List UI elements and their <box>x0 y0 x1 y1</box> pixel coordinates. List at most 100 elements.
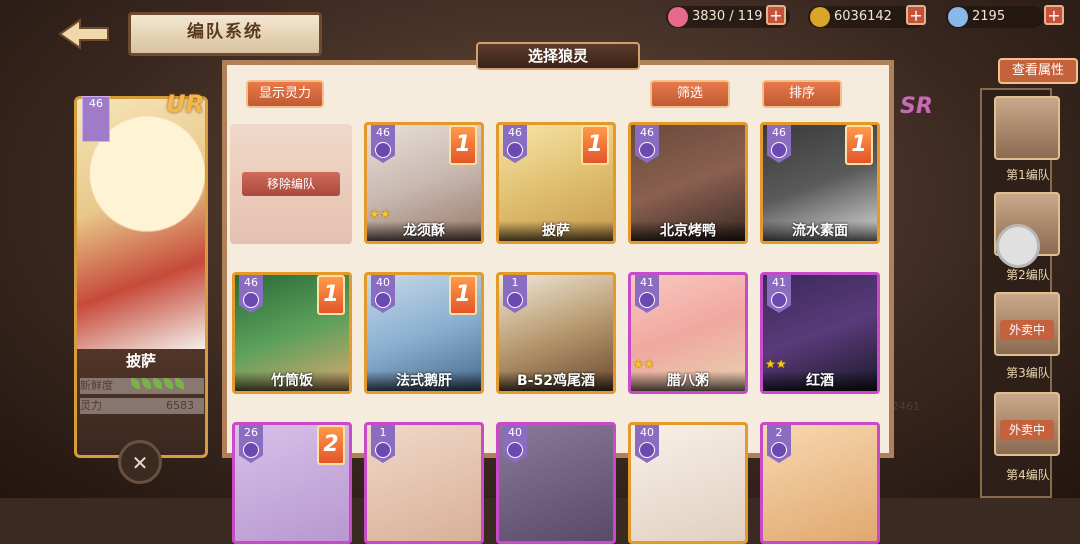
stamina-value: 3830 / 119 <box>692 9 763 24</box>
level-badge: 46 <box>503 125 527 163</box>
leaf-icon <box>163 378 173 389</box>
character-name: 法式鹅肝 <box>367 371 481 391</box>
element-icon <box>771 442 787 458</box>
gold-coin-icon <box>810 7 830 27</box>
character-card[interactable]: 46 北京烤鸭 <box>628 122 748 244</box>
page-title: 编队系统 <box>128 12 322 56</box>
sort-button[interactable]: 排序 <box>762 80 842 108</box>
level-badge: 1 <box>371 425 395 463</box>
character-card[interactable]: 46 1 披萨 <box>496 122 616 244</box>
level-badge: 46 <box>767 125 791 163</box>
character-card[interactable]: 40 <box>496 422 616 544</box>
element-icon <box>639 292 655 308</box>
level-badge: 46 <box>635 125 659 163</box>
back-arrow-icon <box>58 18 109 50</box>
team-label-4: 第4编队 <box>1006 468 1050 482</box>
character-card[interactable]: 46 1 流水素面 <box>760 122 880 244</box>
modal-title: 选择狼灵 <box>476 42 640 70</box>
character-name: 竹筒饭 <box>235 371 349 391</box>
back-button[interactable] <box>52 14 116 54</box>
character-card[interactable]: 40 <box>628 422 748 544</box>
level-badge: 46 <box>239 275 263 313</box>
team-slot-1[interactable] <box>994 96 1060 160</box>
element-icon <box>771 292 787 308</box>
add-crystal-button[interactable]: + <box>1044 5 1064 25</box>
hero-name: 披萨 <box>125 352 156 370</box>
team-number-tag: 1 <box>449 125 477 165</box>
remove-from-team-button[interactable]: 移除编队 <box>242 172 340 196</box>
character-name: B-52鸡尾酒 <box>499 371 613 391</box>
level-badge: 1 <box>503 275 527 313</box>
team-label-2: 第2编队 <box>1006 268 1050 282</box>
character-card[interactable]: 46 1 ★★ 龙须酥 <box>364 122 484 244</box>
character-card[interactable]: 46 1 竹筒饭 <box>232 272 352 394</box>
star-rating: ★★ <box>633 357 655 371</box>
team-number-tag: 2 <box>317 425 345 465</box>
crystal-value: 2195 <box>972 9 1006 24</box>
level-badge: 41 <box>635 275 659 313</box>
gold-value: 6036142 <box>834 9 892 24</box>
character-name: 红酒 <box>763 371 877 391</box>
character-card[interactable]: 26 2 <box>232 422 352 544</box>
character-card[interactable]: 1 B-52鸡尾酒 <box>496 272 616 394</box>
level-badge: 41 <box>767 275 791 313</box>
level-badge: 26 <box>239 425 263 463</box>
element-icon <box>375 142 391 158</box>
leaf-icon <box>130 378 140 389</box>
crystal-icon <box>948 7 968 27</box>
leaf-icon <box>152 378 162 389</box>
leaf-icon <box>174 378 184 389</box>
character-name: 披萨 <box>499 221 613 241</box>
character-name: 流水素面 <box>763 221 877 241</box>
team-label-3: 第3编队 <box>1006 366 1050 380</box>
level-badge: 46 <box>371 125 395 163</box>
character-name: 北京烤鸭 <box>631 221 745 241</box>
behind-rarity: SR <box>900 94 933 119</box>
element-icon <box>507 442 523 458</box>
view-attributes-button[interactable]: 查看属性 <box>998 58 1078 84</box>
level-badge: 40 <box>371 275 395 313</box>
element-icon <box>243 292 259 308</box>
team-label-1: 第1编队 <box>1006 168 1050 182</box>
character-card[interactable]: 41 ★★ 腊八粥 <box>628 272 748 394</box>
add-gold-button[interactable]: + <box>906 5 926 25</box>
element-icon <box>507 292 523 308</box>
element-icon <box>243 442 259 458</box>
level-badge: 40 <box>503 425 527 463</box>
select-character-modal <box>222 60 894 458</box>
element-icon <box>771 142 787 158</box>
freshness-row: 新鲜度 <box>80 378 204 394</box>
character-card[interactable]: 1 <box>364 422 484 544</box>
floating-assist-button[interactable] <box>996 224 1040 268</box>
level-badge: 40 <box>635 425 659 463</box>
element-icon <box>507 142 523 158</box>
power-row: 灵力 6583 <box>80 398 204 414</box>
team-number-tag: 1 <box>581 125 609 165</box>
element-icon <box>639 442 655 458</box>
team-number-tag: 1 <box>449 275 477 315</box>
element-icon <box>375 442 391 458</box>
selling-badge: 外卖中 <box>1000 420 1054 440</box>
show-power-button[interactable]: 显示灵力 <box>246 80 324 108</box>
hero-rarity: UR <box>166 90 204 118</box>
fork-knife-icon[interactable]: ✕ <box>118 440 162 484</box>
character-card[interactable]: 40 1 法式鹅肝 <box>364 272 484 394</box>
leaf-icon <box>141 378 151 389</box>
hero-level-badge: 46 <box>82 96 110 142</box>
star-rating: ★★ <box>369 207 391 221</box>
add-stamina-button[interactable]: + <box>766 5 786 25</box>
crystal-counter: 2195 <box>946 6 1044 28</box>
element-icon <box>375 292 391 308</box>
character-name: 龙须酥 <box>367 221 481 241</box>
character-card[interactable]: 2 <box>760 422 880 544</box>
filter-button[interactable]: 筛选 <box>650 80 730 108</box>
element-icon <box>639 142 655 158</box>
selling-badge: 外卖中 <box>1000 320 1054 340</box>
character-card[interactable]: 41 ★★ 红酒 <box>760 272 880 394</box>
team-number-tag: 1 <box>317 275 345 315</box>
behind-power: 2461 <box>892 400 920 413</box>
team-number-tag: 1 <box>845 125 873 165</box>
heart-icon <box>668 7 688 27</box>
level-badge: 2 <box>767 425 791 463</box>
star-rating: ★★ <box>765 357 787 371</box>
